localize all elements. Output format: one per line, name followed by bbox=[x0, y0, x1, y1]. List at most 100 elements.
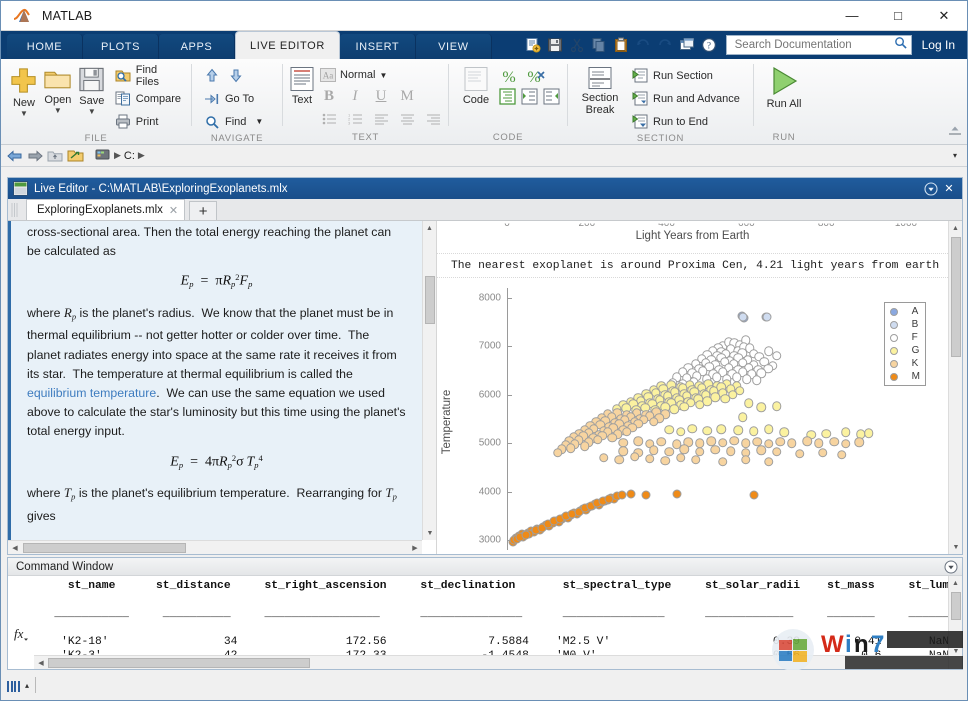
text-button[interactable]: Text bbox=[289, 63, 315, 106]
forward-arrow-icon[interactable] bbox=[25, 147, 45, 165]
find-files-button[interactable]: Find Files bbox=[113, 65, 185, 86]
italic-button[interactable]: I bbox=[343, 86, 367, 107]
tab-live-editor[interactable]: LIVE EDITOR bbox=[235, 31, 340, 59]
open-button[interactable]: Open ▼ bbox=[41, 63, 75, 115]
chevron-down-icon[interactable]: ▼ bbox=[88, 108, 96, 116]
tab-apps[interactable]: APPS bbox=[159, 34, 235, 59]
scatter-plot[interactable]: Temperature 300040005000600070008000 ABF… bbox=[437, 288, 948, 550]
output-vertical-scrollbar[interactable]: ▲ ▼ bbox=[948, 221, 962, 554]
dock-dropdown-icon[interactable] bbox=[922, 180, 940, 198]
search-icon[interactable] bbox=[894, 36, 907, 54]
document-horizontal-scrollbar[interactable]: ◀ ▶ bbox=[8, 540, 422, 554]
run-and-advance-button[interactable]: Run and Advance bbox=[630, 88, 744, 109]
close-icon[interactable]: ✕ bbox=[940, 180, 958, 198]
document-hscroll-thumb[interactable] bbox=[23, 543, 186, 553]
output-scroll-area[interactable]: 02004006008001000 Light Years from Earth… bbox=[437, 221, 948, 554]
document-vertical-scrollbar[interactable]: ▲ ▼ bbox=[422, 221, 436, 540]
browse-folder-icon[interactable] bbox=[65, 147, 85, 165]
scroll-right-arrow-icon[interactable]: ▶ bbox=[408, 544, 422, 552]
minimize-button[interactable]: — bbox=[829, 1, 875, 30]
search-documentation-box[interactable] bbox=[726, 35, 912, 55]
paste-icon[interactable] bbox=[610, 34, 632, 56]
new-tab-button[interactable]: + bbox=[189, 201, 217, 220]
increase-indent-icon[interactable] bbox=[521, 88, 538, 105]
save-icon[interactable] bbox=[544, 34, 566, 56]
run-section-button[interactable]: Run Section bbox=[630, 65, 744, 86]
close-icon[interactable]: ✕ bbox=[169, 204, 178, 217]
redo-icon[interactable] bbox=[654, 34, 676, 56]
find-button[interactable]: Find ▼ bbox=[202, 111, 267, 132]
scroll-down-arrow-icon[interactable]: ▼ bbox=[949, 540, 963, 554]
dock-dropdown-icon[interactable] bbox=[944, 560, 958, 574]
link-equilibrium[interactable]: equilibrium bbox=[27, 386, 86, 400]
numbered-list-button[interactable]: 123 bbox=[343, 108, 367, 129]
tab-home[interactable]: HOME bbox=[7, 34, 83, 59]
cut-icon[interactable] bbox=[566, 34, 588, 56]
go-to-button[interactable]: Go To bbox=[202, 88, 267, 109]
resize-grip-icon[interactable] bbox=[7, 678, 23, 692]
output-scroll-thumb[interactable] bbox=[951, 237, 961, 357]
chevron-down-icon[interactable]: ▼ bbox=[54, 107, 62, 115]
tab-view[interactable]: VIEW bbox=[416, 34, 492, 59]
down-arrow-icon[interactable] bbox=[228, 68, 244, 84]
monospace-button[interactable]: M bbox=[395, 86, 419, 107]
smart-indent-icon[interactable] bbox=[499, 88, 516, 105]
scroll-down-arrow-icon[interactable]: ▼ bbox=[423, 526, 437, 540]
scroll-up-arrow-icon[interactable]: ▲ bbox=[423, 221, 436, 235]
up-arrow-icon[interactable] bbox=[204, 68, 220, 84]
cmd-hscroll-thumb[interactable] bbox=[48, 658, 310, 668]
copy-icon[interactable] bbox=[588, 34, 610, 56]
align-center-button[interactable] bbox=[395, 108, 419, 129]
back-arrow-icon[interactable] bbox=[5, 147, 25, 165]
close-button[interactable]: ✕ bbox=[921, 1, 967, 30]
panel-gripper[interactable] bbox=[11, 202, 18, 218]
status-caret-icon[interactable]: ▴ bbox=[25, 681, 29, 690]
new-script-icon[interactable] bbox=[522, 34, 544, 56]
undo-icon[interactable] bbox=[632, 34, 654, 56]
document-scroll-thumb[interactable] bbox=[425, 276, 435, 324]
scroll-left-arrow-icon[interactable]: ◀ bbox=[8, 544, 22, 552]
scroll-left-arrow-icon[interactable]: ◀ bbox=[34, 659, 48, 667]
scroll-down-arrow-icon[interactable]: ▼ bbox=[949, 648, 963, 655]
link-temperature[interactable]: temperature bbox=[90, 386, 156, 400]
bold-button[interactable]: B bbox=[317, 86, 341, 107]
ribbon-collapse-button[interactable] bbox=[947, 124, 963, 142]
align-right-button[interactable] bbox=[421, 108, 445, 129]
compare-button[interactable]: Compare bbox=[113, 88, 185, 109]
tab-plots[interactable]: PLOTS bbox=[83, 34, 159, 59]
code-button[interactable]: Code bbox=[455, 63, 497, 106]
command-window-vertical-scrollbar[interactable]: ▲ ▼ bbox=[948, 576, 962, 669]
chevron-down-icon[interactable]: ▼ bbox=[255, 117, 263, 126]
decrease-indent-icon[interactable] bbox=[543, 88, 560, 105]
print-button[interactable]: Print bbox=[113, 111, 185, 132]
up-folder-icon[interactable] bbox=[45, 147, 65, 165]
run-all-button[interactable]: Run All bbox=[760, 63, 808, 110]
breadcrumb-drive[interactable]: C: bbox=[124, 150, 135, 162]
align-left-button[interactable] bbox=[369, 108, 393, 129]
switch-window-icon[interactable] bbox=[676, 34, 698, 56]
save-button[interactable]: Save ▼ bbox=[75, 63, 109, 116]
maximize-button[interactable]: □ bbox=[875, 1, 921, 30]
cmd-scroll-thumb[interactable] bbox=[951, 592, 961, 620]
tab-insert[interactable]: INSERT bbox=[340, 34, 416, 59]
fx-prompt-icon[interactable]: fx bbox=[13, 626, 29, 647]
address-dropdown-caret[interactable]: ▾ bbox=[947, 151, 963, 160]
new-button[interactable]: New ▼ bbox=[7, 63, 41, 118]
uncomment-icon[interactable]: % bbox=[526, 67, 546, 85]
underline-button[interactable]: U bbox=[369, 86, 393, 107]
bulleted-list-button[interactable] bbox=[317, 108, 341, 129]
run-to-end-button[interactable]: Run to End bbox=[630, 111, 744, 132]
search-input[interactable] bbox=[733, 38, 894, 52]
command-window-horizontal-scrollbar[interactable]: ◀ bbox=[34, 655, 948, 669]
log-in-button[interactable]: Log In bbox=[922, 38, 955, 52]
chevron-down-icon[interactable]: ▼ bbox=[379, 71, 387, 80]
help-icon[interactable]: ? bbox=[698, 34, 720, 56]
comment-icon[interactable]: % bbox=[499, 67, 519, 85]
current-folder-path[interactable]: ▶ C: ▶ bbox=[89, 147, 947, 165]
chevron-down-icon[interactable]: ▼ bbox=[20, 110, 28, 118]
scroll-up-arrow-icon[interactable]: ▲ bbox=[949, 221, 962, 235]
document-tab-exploringexoplanets[interactable]: ExploringExoplanets.mlx ✕ bbox=[26, 199, 185, 220]
scroll-up-arrow-icon[interactable]: ▲ bbox=[949, 576, 962, 590]
paragraph-style-dropdown[interactable]: Aa Normal ▼ bbox=[317, 65, 445, 85]
document-scroll-area[interactable]: cross-sectional area. Then the total ene… bbox=[8, 221, 422, 540]
